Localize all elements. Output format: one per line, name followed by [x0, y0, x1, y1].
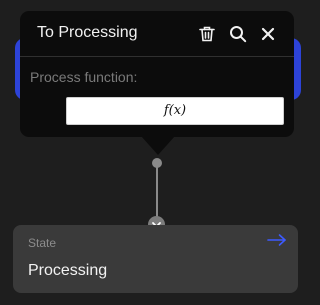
function-editor-button[interactable]: f(x) [66, 97, 284, 125]
flow-canvas: To Processing Process function: f(x) Sta… [0, 0, 309, 305]
state-name: Processing [28, 262, 108, 279]
trash-icon[interactable] [197, 24, 217, 44]
close-icon[interactable] [258, 24, 278, 44]
search-icon[interactable] [228, 24, 248, 44]
popover-title: To Processing [37, 24, 138, 41]
state-type-label: State [28, 236, 57, 250]
popover-pointer [141, 136, 175, 155]
transition-popover: To Processing Process function: f(x) [20, 11, 294, 137]
process-function-label: Process function: [30, 69, 138, 85]
arrow-right-icon[interactable] [267, 233, 287, 247]
popover-header: To Processing [20, 11, 294, 57]
connector-edge [156, 167, 158, 217]
state-node[interactable]: State Processing [13, 225, 298, 293]
